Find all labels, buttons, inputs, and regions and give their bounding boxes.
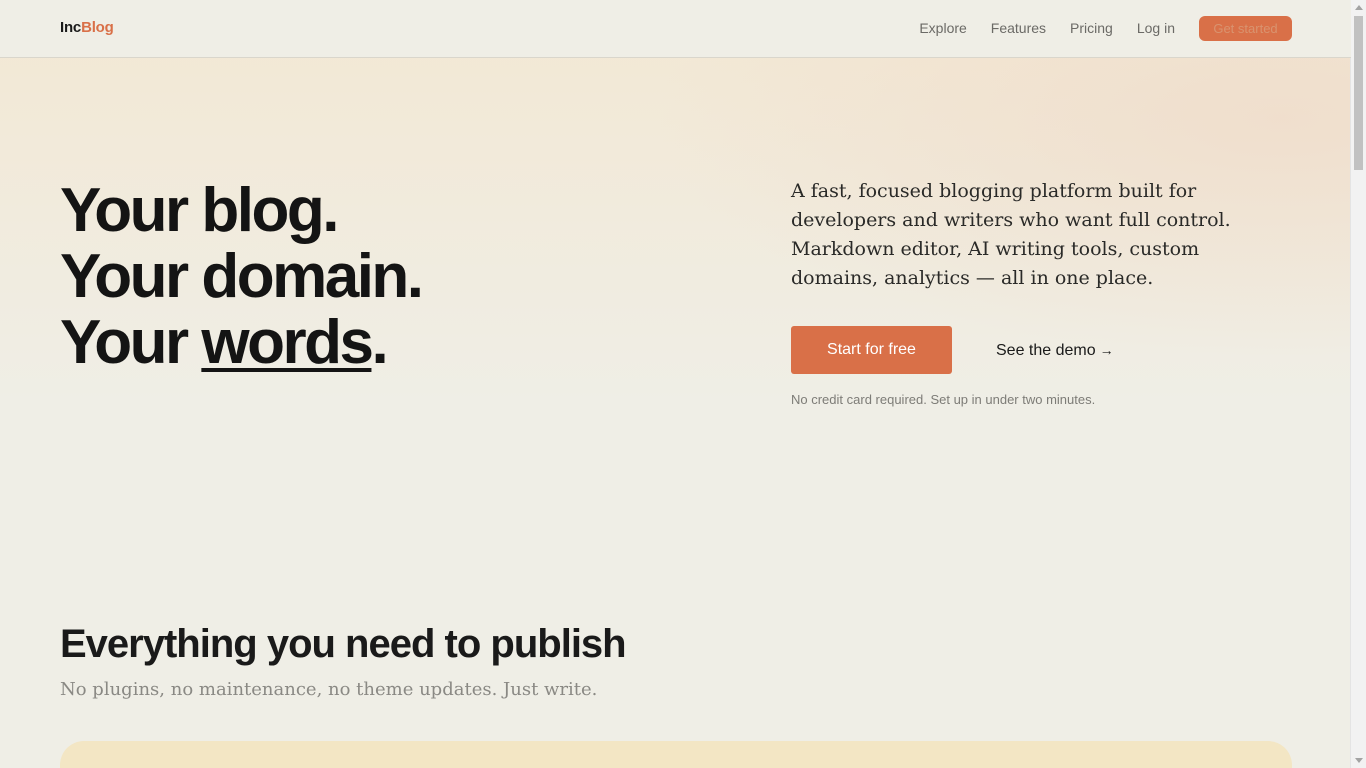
arrow-right-icon: → [1099, 342, 1114, 358]
scroll-down-icon[interactable] [1355, 758, 1363, 763]
features-title: Everything you need to publish [60, 622, 627, 666]
headline-line-3-suffix: . [371, 308, 388, 377]
headline-line-2: Your domain. [60, 242, 424, 311]
page: IncBlog Explore Features Pricing Log in … [0, 0, 1351, 768]
hero-description: A fast, focused blogging platform built … [791, 180, 1231, 289]
scroll-up-icon[interactable] [1355, 5, 1363, 10]
top-nav: IncBlog Explore Features Pricing Log in … [0, 0, 1351, 58]
scrollbar-thumb[interactable] [1354, 16, 1363, 170]
signup-note: No credit card required. Set up in under… [791, 392, 1096, 407]
start-for-free-button[interactable]: Start for free [791, 326, 952, 374]
logo-part-inc: Inc [60, 19, 82, 36]
hero-headline: Your blog. Your domain. Your words. [60, 176, 424, 376]
feature-card [60, 741, 1292, 768]
nav-pricing[interactable]: Pricing [1070, 16, 1113, 41]
nav-features[interactable]: Features [991, 16, 1046, 41]
page-scrollbar[interactable] [1350, 0, 1366, 768]
see-demo-link[interactable]: See the demo → [996, 326, 1114, 374]
features-subtitle: No plugins, no maintenance, no theme upd… [60, 679, 598, 700]
get-started-button[interactable]: Get started [1199, 16, 1292, 41]
nav-links: Explore Features Pricing Log in Get star… [919, 16, 1292, 41]
headline-line-1: Your blog. [60, 176, 339, 245]
nav-login[interactable]: Log in [1137, 16, 1175, 41]
nav-explore[interactable]: Explore [919, 16, 966, 41]
see-demo-label: See the demo [996, 342, 1096, 359]
headline-line-3: Your words. [60, 310, 422, 376]
headline-emphasis-words: words [201, 308, 374, 377]
logo-part-blog: Blog [81, 19, 114, 36]
logo[interactable]: IncBlog [60, 19, 114, 36]
headline-line-3-prefix: Your [60, 308, 202, 377]
